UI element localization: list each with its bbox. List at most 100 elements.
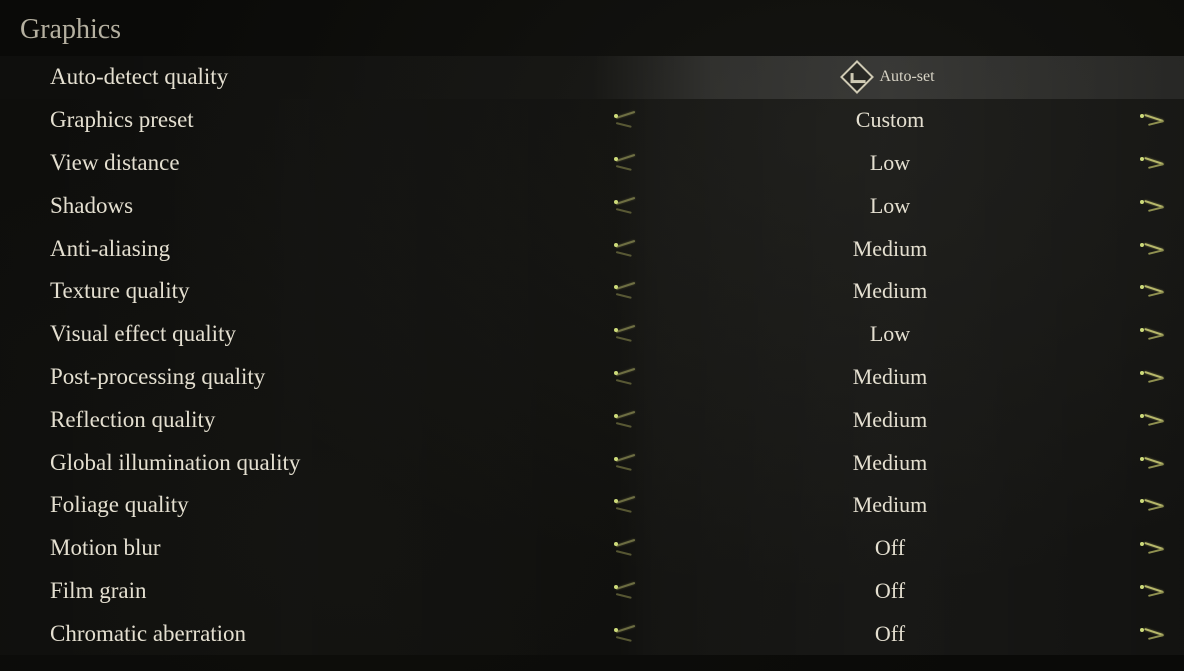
arrow-right-icon xyxy=(1138,536,1168,560)
arrow-right-icon xyxy=(1138,108,1168,132)
next-texture-quality[interactable] xyxy=(1136,276,1170,306)
arrow-left-icon xyxy=(612,194,642,218)
prev-foliage-quality[interactable] xyxy=(610,490,644,520)
label-visual-effect-quality: Visual effect quality xyxy=(50,321,610,347)
prev-graphics-preset[interactable] xyxy=(610,105,644,135)
arrow-right-icon xyxy=(1138,194,1168,218)
arrow-right-icon xyxy=(1138,279,1168,303)
row-foliage-quality: Foliage qualityMedium xyxy=(0,484,1184,527)
next-post-processing[interactable] xyxy=(1136,362,1170,392)
value-area-texture-quality: Medium xyxy=(610,276,1170,306)
next-global-illumination[interactable] xyxy=(1136,448,1170,478)
value-visual-effect-quality[interactable]: Low xyxy=(652,321,1128,347)
value-foliage-quality[interactable]: Medium xyxy=(652,492,1128,518)
value-area-view-distance: Low xyxy=(610,148,1170,178)
value-graphics-preset[interactable]: Custom xyxy=(652,107,1128,133)
value-shadows[interactable]: Low xyxy=(652,193,1128,219)
checkmark-icon xyxy=(840,60,874,94)
prev-anti-aliasing[interactable] xyxy=(610,234,644,264)
value-texture-quality[interactable]: Medium xyxy=(652,278,1128,304)
label-reflection-quality: Reflection quality xyxy=(50,407,610,433)
next-film-grain[interactable] xyxy=(1136,576,1170,606)
prev-motion-blur[interactable] xyxy=(610,533,644,563)
label-graphics-preset: Graphics preset xyxy=(50,107,610,133)
next-graphics-preset[interactable] xyxy=(1136,105,1170,135)
arrow-left-icon xyxy=(612,365,642,389)
value-reflection-quality[interactable]: Medium xyxy=(652,407,1128,433)
arrow-left-icon xyxy=(612,493,642,517)
arrow-right-icon xyxy=(1138,622,1168,646)
prev-texture-quality[interactable] xyxy=(610,276,644,306)
prev-view-distance[interactable] xyxy=(610,148,644,178)
prev-film-grain[interactable] xyxy=(610,576,644,606)
row-texture-quality: Texture qualityMedium xyxy=(0,270,1184,313)
row-anti-aliasing: Anti-aliasingMedium xyxy=(0,227,1184,270)
prev-global-illumination[interactable] xyxy=(610,448,644,478)
arrow-right-icon xyxy=(1138,322,1168,346)
row-shadows: Shadows Low xyxy=(0,184,1184,227)
label-auto-detect: Auto-detect quality xyxy=(50,64,610,90)
value-area-anti-aliasing: Medium xyxy=(610,234,1170,264)
arrow-left-icon xyxy=(612,579,642,603)
next-shadows[interactable] xyxy=(1136,191,1170,221)
prev-post-processing[interactable] xyxy=(610,362,644,392)
value-area-shadows: Low xyxy=(610,191,1170,221)
next-anti-aliasing[interactable] xyxy=(1136,234,1170,264)
value-area-film-grain: Off xyxy=(610,576,1170,606)
arrow-right-icon xyxy=(1138,408,1168,432)
section-title: Graphics xyxy=(0,0,1184,56)
value-post-processing[interactable]: Medium xyxy=(652,364,1128,390)
row-view-distance: View distanceLow xyxy=(0,142,1184,185)
arrow-left-icon xyxy=(612,451,642,475)
row-film-grain: Film grain Off xyxy=(0,570,1184,613)
settings-list: Auto-detect quality Auto-set Graphics pr… xyxy=(0,56,1184,655)
row-auto-detect: Auto-detect quality Auto-set xyxy=(0,56,1184,99)
value-global-illumination[interactable]: Medium xyxy=(652,450,1128,476)
arrow-left-icon xyxy=(612,408,642,432)
row-graphics-preset: Graphics preset Custom xyxy=(0,99,1184,142)
arrow-right-icon xyxy=(1138,365,1168,389)
auto-set-button[interactable]: Auto-set xyxy=(652,65,1128,89)
next-view-distance[interactable] xyxy=(1136,148,1170,178)
label-film-grain: Film grain xyxy=(50,578,610,604)
value-motion-blur[interactable]: Off xyxy=(652,535,1128,561)
arrow-right-icon xyxy=(1138,451,1168,475)
prev-reflection-quality[interactable] xyxy=(610,405,644,435)
next-chromatic-aberration[interactable] xyxy=(1136,619,1170,649)
prev-shadows[interactable] xyxy=(610,191,644,221)
arrow-left-icon xyxy=(612,622,642,646)
next-foliage-quality[interactable] xyxy=(1136,490,1170,520)
arrow-left-icon xyxy=(612,322,642,346)
arrow-right-icon xyxy=(1138,237,1168,261)
row-visual-effect-quality: Visual effect quality Low xyxy=(0,313,1184,356)
label-post-processing: Post-processing quality xyxy=(50,364,610,390)
value-area-visual-effect-quality: Low xyxy=(610,319,1170,349)
row-chromatic-aberration: Chromatic aberrationOff xyxy=(0,612,1184,655)
label-shadows: Shadows xyxy=(50,193,610,219)
prev-chromatic-aberration[interactable] xyxy=(610,619,644,649)
value-area-motion-blur: Off xyxy=(610,533,1170,563)
value-area-foliage-quality: Medium xyxy=(610,490,1170,520)
value-area-chromatic-aberration: Off xyxy=(610,619,1170,649)
value-film-grain[interactable]: Off xyxy=(652,578,1128,604)
value-area-reflection-quality: Medium xyxy=(610,405,1170,435)
arrow-left-icon xyxy=(612,237,642,261)
prev-visual-effect-quality[interactable] xyxy=(610,319,644,349)
value-area-global-illumination: Medium xyxy=(610,448,1170,478)
next-motion-blur[interactable] xyxy=(1136,533,1170,563)
next-visual-effect-quality[interactable] xyxy=(1136,319,1170,349)
label-motion-blur: Motion blur xyxy=(50,535,610,561)
value-chromatic-aberration[interactable]: Off xyxy=(652,621,1128,647)
arrow-left-icon xyxy=(612,108,642,132)
value-view-distance[interactable]: Low xyxy=(652,150,1128,176)
next-reflection-quality[interactable] xyxy=(1136,405,1170,435)
row-global-illumination: Global illumination quality Medium xyxy=(0,441,1184,484)
arrow-right-icon xyxy=(1138,493,1168,517)
label-global-illumination: Global illumination quality xyxy=(50,450,610,476)
spacer xyxy=(610,62,644,92)
arrow-left-icon xyxy=(612,536,642,560)
arrow-left-icon xyxy=(612,279,642,303)
graphics-settings-panel: Graphics Auto-detect quality Auto-set Gr… xyxy=(0,0,1184,671)
value-area-post-processing: Medium xyxy=(610,362,1170,392)
value-anti-aliasing[interactable]: Medium xyxy=(652,236,1128,262)
